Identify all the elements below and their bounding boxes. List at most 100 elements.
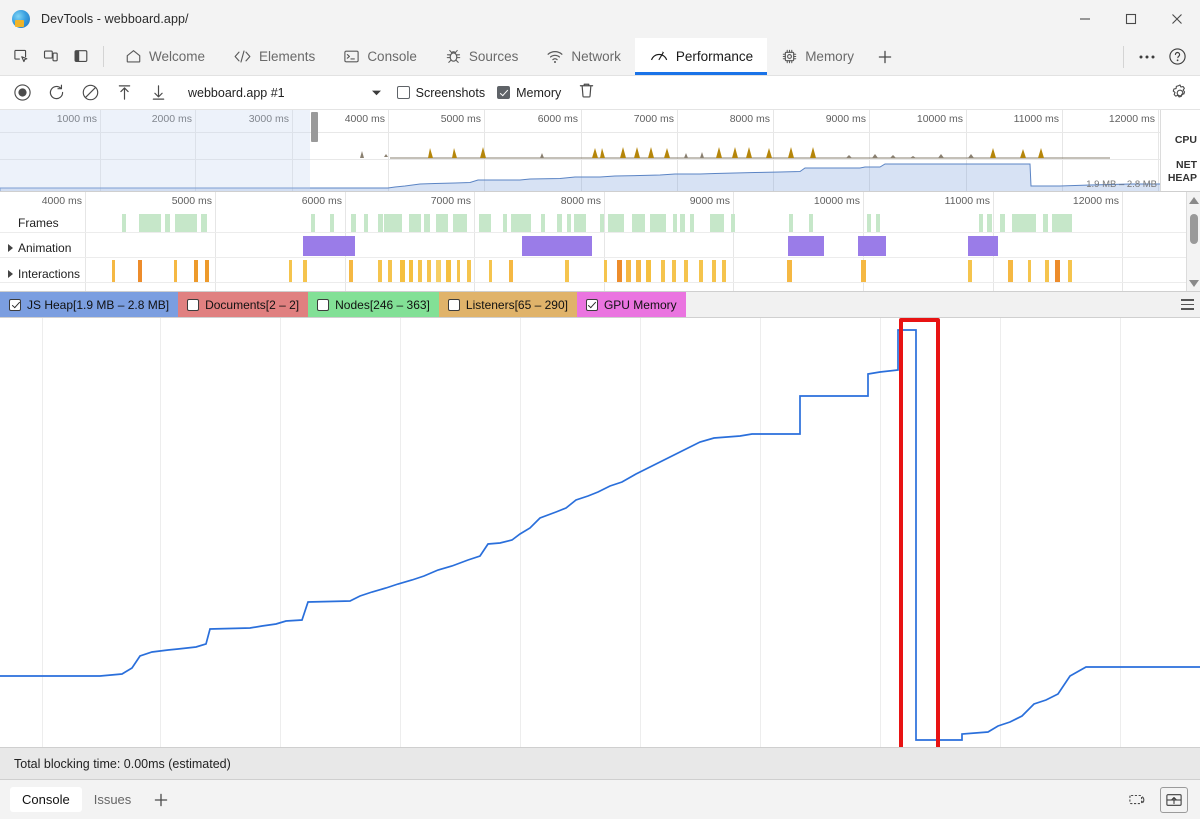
left-tool-buttons	[0, 38, 96, 75]
dock-drawer-icon[interactable]	[1160, 786, 1188, 813]
legend-checkbox	[585, 298, 598, 311]
tab-label: Memory	[805, 49, 854, 64]
clear-prohibited-icon[interactable]	[76, 80, 104, 106]
hamburger-menu-icon[interactable]	[1174, 292, 1200, 317]
overview-lane-heap: HEAP	[1167, 172, 1197, 184]
tab-performance[interactable]: Performance	[634, 38, 768, 75]
inspect-element-icon[interactable]	[6, 42, 36, 72]
load-profile-icon[interactable]	[110, 80, 138, 106]
console-terminal-icon	[343, 48, 360, 65]
track-label: Frames	[18, 216, 59, 230]
tab-label: Elements	[259, 49, 316, 64]
track-row-separator	[0, 257, 1200, 258]
toolbar-divider	[103, 46, 104, 67]
close-button[interactable]	[1154, 0, 1200, 38]
overview-lane-labels: CPU NET HEAP	[1160, 110, 1200, 191]
tab-network[interactable]: Network	[532, 38, 635, 75]
legend-listeners[interactable]: Listeners[65 – 290]	[438, 292, 577, 317]
performance-status-bar: Total blocking time: 0.00ms (estimated)	[0, 747, 1200, 779]
track-tick-label: 10000 ms	[813, 195, 860, 207]
animation-track-graph	[303, 236, 998, 256]
tracks-scrollbar[interactable]	[1186, 192, 1200, 291]
screenshots-checkbox[interactable]: Screenshots	[396, 86, 485, 100]
performance-gauge-icon	[649, 48, 669, 65]
title-bar: DevTools - webboard.app/	[0, 0, 1200, 38]
tab-console[interactable]: Console	[329, 38, 431, 75]
legend-label: Nodes[246 – 363]	[335, 297, 430, 312]
window-controls	[1062, 0, 1200, 38]
track-tick-label: 4000 ms	[41, 195, 82, 207]
track-tick-label: 7000 ms	[430, 195, 471, 207]
device-toolbar-icon[interactable]	[36, 42, 66, 72]
drawer-add-tab-button[interactable]	[143, 792, 179, 808]
scrollbar-thumb[interactable]	[1190, 214, 1198, 244]
devtools-window: DevTools - webboard.app/ Welcome Element…	[0, 0, 1200, 819]
panel-tabs: Welcome Elements Console Sources Network…	[111, 38, 902, 75]
tab-elements[interactable]: Elements	[219, 38, 329, 75]
profile-name-label[interactable]: webboard.app #1	[188, 86, 285, 100]
expand-triangle-icon[interactable]	[8, 270, 13, 278]
legend-gpu-memory[interactable]: GPU Memory	[576, 292, 686, 317]
scroll-up-arrow-icon[interactable]	[1189, 197, 1199, 204]
legend-label: GPU Memory	[603, 297, 677, 312]
drawer-tab-bar: Console Issues	[0, 779, 1200, 819]
timeline-overview[interactable]: 1000 ms 2000 ms 3000 ms 4000 ms 5000 ms …	[0, 110, 1200, 192]
window-title: DevTools - webboard.app/	[41, 12, 189, 26]
edge-devtools-icon	[12, 10, 30, 28]
track-tick-label: 9000 ms	[689, 195, 730, 207]
gear-icon[interactable]	[1170, 83, 1190, 103]
track-label: Animation	[18, 241, 72, 255]
track-row-interactions[interactable]: Interactions	[8, 267, 85, 281]
legend-checkbox	[187, 298, 200, 311]
save-profile-icon[interactable]	[144, 80, 172, 106]
screenshots-checkbox-box	[396, 86, 410, 99]
dock-side-icon[interactable]	[66, 42, 96, 72]
panel-tab-strip: Welcome Elements Console Sources Network…	[0, 38, 1200, 76]
overview-lane-cpu: CPU	[1174, 134, 1197, 146]
scroll-down-arrow-icon[interactable]	[1189, 280, 1199, 287]
legend-nodes[interactable]: Nodes[246 – 363]	[308, 292, 439, 317]
help-question-icon[interactable]	[1162, 42, 1192, 72]
overview-graphs	[0, 147, 1200, 191]
code-brackets-icon	[233, 48, 252, 65]
home-icon	[125, 48, 142, 65]
cpu-activity-graph	[360, 147, 1110, 159]
memory-checkbox-box	[497, 86, 511, 99]
trash-icon[interactable]	[577, 81, 596, 105]
ellipsis-icon[interactable]	[1132, 42, 1162, 72]
timeline-tracks[interactable]: 4000 ms 5000 ms 6000 ms 7000 ms 8000 ms …	[0, 192, 1200, 292]
drawer-tab-issues[interactable]: Issues	[82, 787, 144, 812]
chip-icon	[781, 48, 798, 65]
legend-documents[interactable]: Documents[2 – 2]	[178, 292, 309, 317]
performance-record-toolbar: webboard.app #1 Screenshots Memory	[0, 76, 1200, 110]
record-circle-icon[interactable]	[8, 80, 36, 106]
interactions-track-graph	[112, 260, 1072, 282]
maximize-button[interactable]	[1108, 0, 1154, 38]
track-row-frames[interactable]: Frames	[18, 216, 63, 230]
track-row-animation[interactable]: Animation	[8, 241, 76, 255]
tab-memory[interactable]: Memory	[767, 38, 868, 75]
tab-label: Performance	[675, 49, 754, 64]
tabstrip-right-actions	[1115, 38, 1200, 75]
total-blocking-time-text: Total blocking time: 0.00ms (estimated)	[14, 756, 231, 771]
tab-label: Sources	[468, 49, 519, 64]
chevron-down-icon[interactable]	[369, 83, 385, 103]
memory-checkbox[interactable]: Memory	[497, 86, 561, 100]
minimize-button[interactable]	[1062, 0, 1108, 38]
add-panel-button[interactable]	[868, 38, 902, 75]
tab-sources[interactable]: Sources	[431, 38, 533, 75]
track-tick-label: 11000 ms	[944, 195, 990, 207]
reload-record-icon[interactable]	[42, 80, 70, 106]
right-divider	[1123, 45, 1124, 68]
track-tick-label: 6000 ms	[301, 195, 342, 207]
memory-chart[interactable]	[0, 318, 1200, 747]
overview-selection-handle-left[interactable]	[311, 112, 318, 142]
legend-checkbox	[317, 298, 330, 311]
expand-triangle-icon[interactable]	[8, 244, 13, 252]
capture-node-screenshot-icon[interactable]	[1124, 787, 1152, 813]
tab-welcome[interactable]: Welcome	[111, 38, 219, 75]
memory-counters-legend: JS Heap[1.9 MB – 2.8 MB] Documents[2 – 2…	[0, 292, 1200, 318]
drawer-tab-console[interactable]: Console	[10, 787, 82, 812]
drawer-right-actions	[1124, 786, 1200, 813]
legend-js-heap[interactable]: JS Heap[1.9 MB – 2.8 MB]	[0, 292, 179, 317]
